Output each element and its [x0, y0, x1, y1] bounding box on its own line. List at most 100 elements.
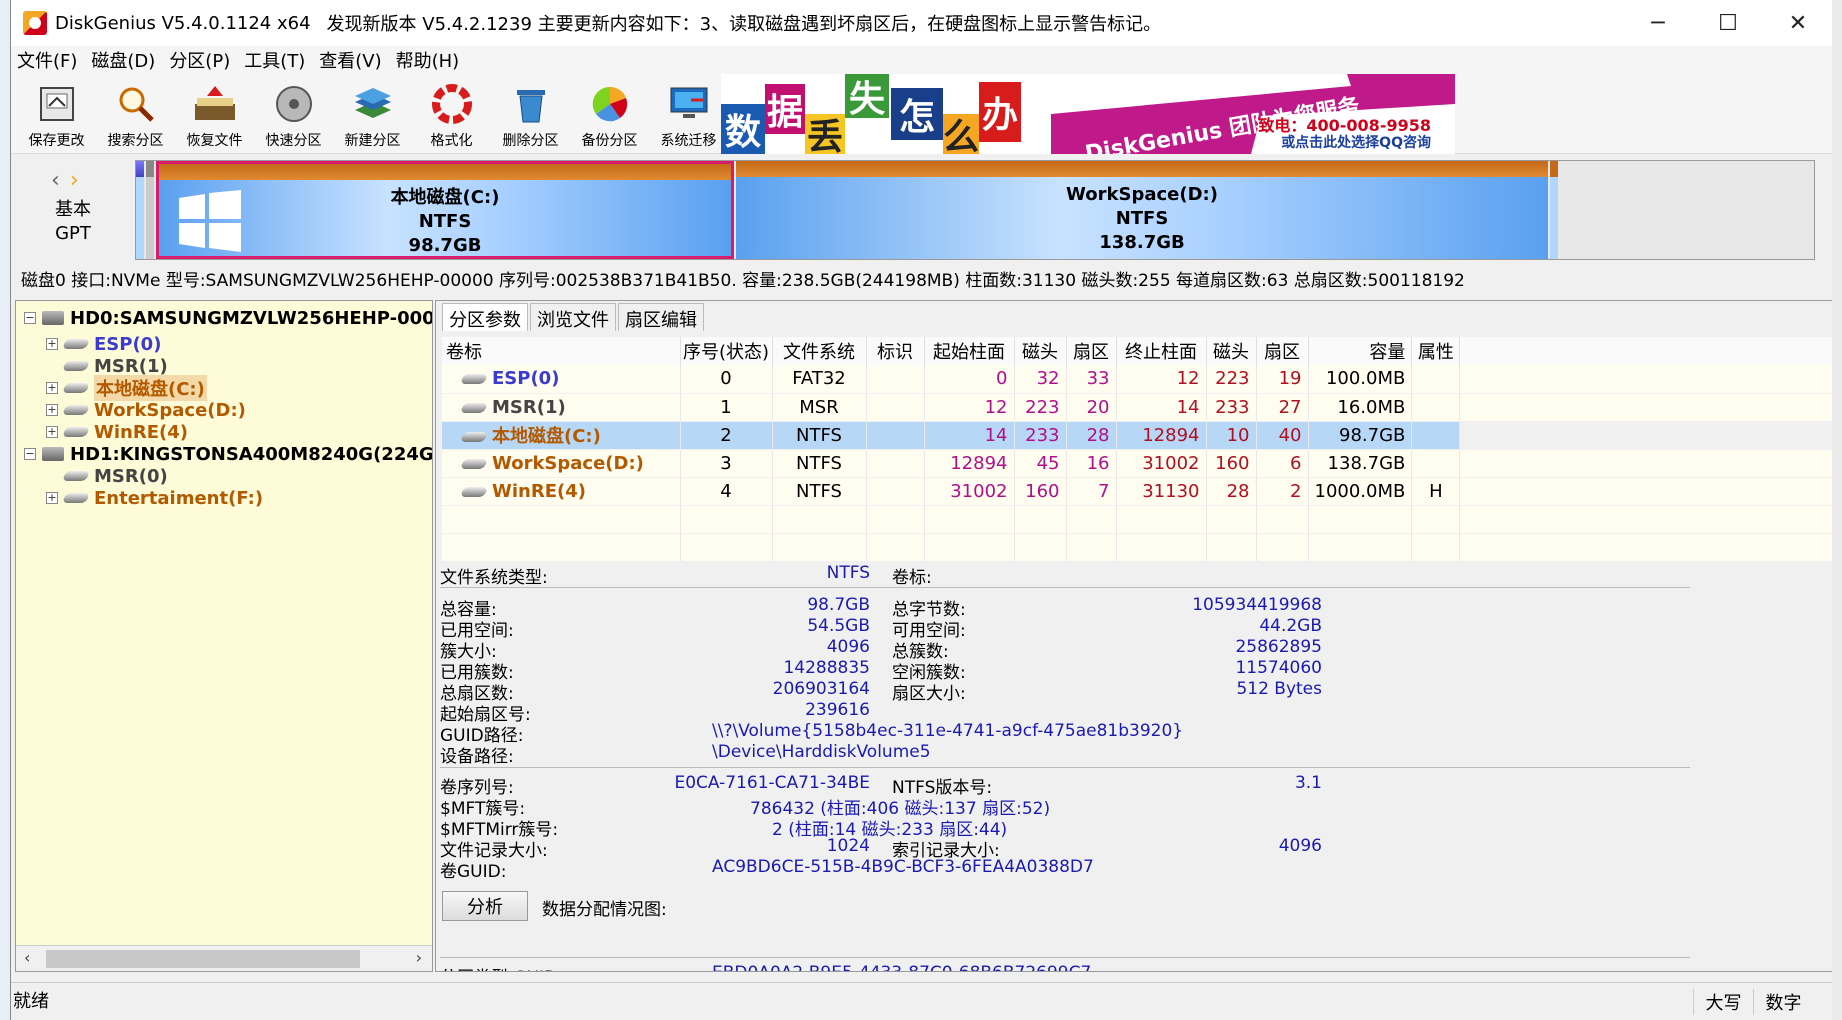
scroll-thumb[interactable] [46, 950, 360, 968]
partition-segment-c[interactable]: 本地磁盘(C:) NTFS 98.7GB [156, 161, 734, 259]
table-row[interactable]: WinRE(4) 4 NTFS 31002 160 7 31130 28 2 1… [442, 477, 1832, 506]
expand-icon[interactable]: + [46, 338, 58, 350]
collapse-icon[interactable]: − [24, 448, 36, 460]
analyze-button[interactable]: 分析 [442, 891, 528, 921]
menu-view[interactable]: 查看(V) [319, 47, 381, 73]
row-label: ESP(0) [492, 368, 560, 390]
scroll-left-icon[interactable]: ‹ [24, 948, 30, 967]
device-path-value: \Device\HarddiskVolume5 [712, 742, 931, 762]
tree-horizontal-scrollbar[interactable]: ‹ › [16, 945, 432, 971]
cluster-size-value: 4096 [826, 637, 870, 657]
delete-partition-button[interactable]: 删除分区 [491, 74, 570, 154]
update-notice[interactable]: 发现新版本 V5.4.2.1239 主要更新内容如下：3、读取磁盘遇到坏扇区后，… [327, 10, 1162, 36]
banner-qq-link[interactable]: 或点击此处选择QQ咨询 [1281, 132, 1431, 152]
sector-size-value: 512 Bytes [1236, 679, 1322, 699]
format-button[interactable]: 格式化 [412, 74, 491, 154]
col-header-label[interactable]: 卷标 [442, 337, 681, 365]
row-label: 本地磁盘(C:) [492, 426, 601, 447]
used-space-value: 54.5GB [807, 616, 870, 636]
data-allocation-label: 数据分配情况图: [542, 900, 667, 920]
tree-disk-label: HD1:KINGSTONSA400M8240G(224GB) [70, 443, 433, 465]
cell [1411, 365, 1461, 394]
col-header-end-sector[interactable]: 扇区 [1256, 337, 1309, 365]
expand-icon[interactable]: + [46, 492, 58, 504]
menu-disk[interactable]: 磁盘(D) [91, 47, 155, 73]
expand-icon[interactable]: + [46, 404, 58, 416]
tab-sector-edit[interactable]: 扇区编辑 [618, 303, 704, 331]
menu-partition[interactable]: 分区(P) [169, 47, 230, 73]
banner-tile: 失 [845, 74, 889, 120]
cell: 31130 [1116, 477, 1207, 506]
used-clusters-value: 14288835 [783, 658, 870, 678]
partition-fs: NTFS [418, 211, 472, 232]
col-header-capacity[interactable]: 容量 [1308, 337, 1413, 365]
col-header-fs[interactable]: 文件系统 [772, 337, 867, 365]
status-text: 就绪 [13, 990, 49, 1012]
total-bytes-value: 105934419968 [1192, 595, 1322, 615]
backup-partition-button[interactable]: 备份分区 [570, 74, 649, 154]
quick-partition-button[interactable]: 快速分区 [254, 74, 333, 154]
col-header-attr[interactable]: 属性 [1411, 337, 1461, 365]
start-sector-value: 239616 [805, 700, 870, 720]
expand-icon[interactable]: + [46, 382, 58, 394]
new-partition-button[interactable]: 新建分区 [333, 74, 412, 154]
col-header-index[interactable]: 序号(状态) [680, 337, 773, 365]
device-path-label: 设备路径: [440, 747, 514, 767]
recover-files-button[interactable]: 恢复文件 [175, 74, 254, 154]
col-header-id[interactable]: 标识 [866, 337, 925, 365]
search-partition-button[interactable]: 搜索分区 [96, 74, 175, 154]
maximize-button[interactable]: ☐ [1693, 0, 1763, 46]
save-changes-button[interactable]: 保存更改 [17, 74, 96, 154]
system-migration-button[interactable]: 系统迁移 [649, 74, 728, 154]
cell: 14 [924, 421, 1015, 450]
tree-item-label: WinRE(4) [94, 421, 188, 443]
support-banner[interactable]: 数 据 丢 失 怎 么 办 DiskGenius 团队为您服务 致电：400-0… [721, 74, 1455, 154]
partition-segment-d[interactable]: WorkSpace(D:) NTFS 138.7GB [736, 161, 1548, 259]
table-row-empty [442, 505, 1832, 534]
partition-icon [460, 486, 488, 497]
minimize-button[interactable]: ─ [1623, 0, 1693, 46]
divider [440, 767, 1690, 768]
partition-segment-winre[interactable] [1550, 161, 1558, 259]
table-row-selected[interactable]: 本地磁盘(C:) 2 NTFS 14 233 28 12894 10 40 98… [442, 421, 1832, 450]
index-record-size-value: 4096 [1278, 836, 1322, 856]
cell: 16 [1066, 449, 1117, 478]
col-header-start-head[interactable]: 磁头 [1014, 337, 1067, 365]
cell: 10 [1206, 421, 1257, 450]
row-label-cell: WorkSpace(D:) [442, 449, 681, 478]
menu-help[interactable]: 帮助(H) [396, 47, 460, 73]
partition-segment-msr[interactable] [146, 161, 154, 259]
next-disk-icon[interactable]: › [70, 168, 79, 193]
menu-file[interactable]: 文件(F) [17, 47, 77, 73]
table-row[interactable]: WorkSpace(D:) 3 NTFS 12894 45 16 31002 1… [442, 449, 1832, 478]
collapse-icon[interactable]: − [24, 312, 36, 324]
menu-tools[interactable]: 工具(T) [244, 47, 305, 73]
partition-segment-esp[interactable] [136, 161, 144, 259]
tree-disk-hd0[interactable]: − HD0:SAMSUNGMZVLW256HEHP-0000( [24, 305, 432, 331]
expand-icon[interactable]: + [46, 426, 58, 438]
table-row[interactable]: MSR(1) 1 MSR 12 223 20 14 233 27 16.0MB [442, 393, 1832, 422]
tab-partition-params[interactable]: 分区参数 [442, 303, 528, 331]
table-row[interactable]: ESP(0) 0 FAT32 0 32 33 12 223 19 100.0MB [442, 365, 1832, 394]
disk-nav[interactable]: ‹ › [51, 168, 79, 193]
cell: 14 [1116, 393, 1207, 422]
background-window-edge [1832, 0, 1842, 1020]
col-header-start-cyl[interactable]: 起始柱面 [924, 337, 1015, 365]
partition-icon [62, 471, 90, 481]
col-header-end-head[interactable]: 磁头 [1206, 337, 1257, 365]
cell: 4 [680, 477, 773, 506]
cell: 98.7GB [1308, 421, 1413, 450]
col-header-end-cyl[interactable]: 终止柱面 [1116, 337, 1207, 365]
partition-icon [62, 493, 90, 503]
disk-tree: − HD0:SAMSUNGMZVLW256HEHP-0000( + ESP(0) M… [15, 300, 433, 972]
tab-browse-files[interactable]: 浏览文件 [530, 303, 616, 331]
prev-disk-icon[interactable]: ‹ [51, 168, 60, 193]
close-button[interactable]: ✕ [1763, 0, 1832, 46]
tree-item-f[interactable]: + Entertaiment(F:) [46, 485, 263, 511]
partition-size: 138.7GB [1099, 232, 1185, 253]
tree-item-label: ESP(0) [94, 333, 162, 355]
background-window-edge [0, 0, 10, 1020]
scroll-right-icon[interactable]: › [416, 948, 422, 967]
col-header-start-sector[interactable]: 扇区 [1066, 337, 1117, 365]
cell: 100.0MB [1308, 365, 1413, 394]
